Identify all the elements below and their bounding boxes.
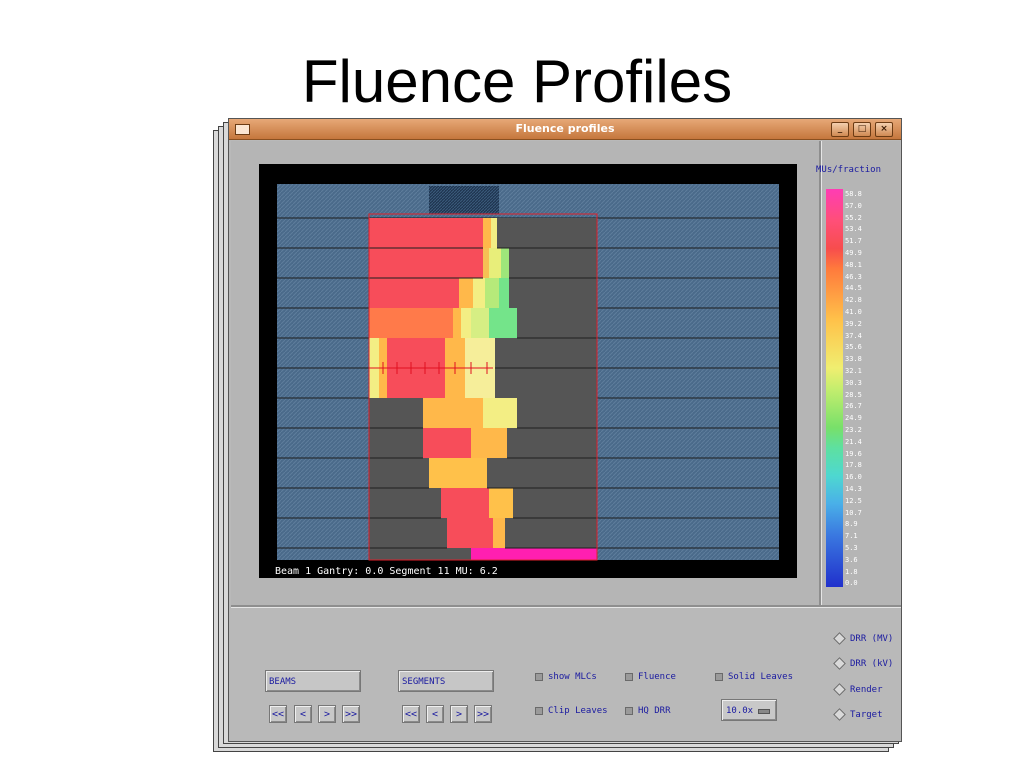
scale-label: 12.5 [845,496,862,505]
scale-label: 10.7 [845,508,862,517]
beams-first-button[interactable]: << [269,705,287,723]
solid-leaves-label: Solid Leaves [728,672,794,682]
fluence-label: Fluence [638,672,676,682]
render-label: Render [850,685,883,695]
scale-label: 46.3 [845,272,862,281]
checkbox-indicator [625,672,633,681]
scale-label: 32.1 [845,367,862,375]
zoom-value: 10.0x [726,706,754,716]
color-scale-panel: MUs/fraction 58.8 57.0 55.2 53.4 51.7 49.9 48.… [816,141,900,605]
scale-label: 7.1 [845,532,858,541]
scale-label: 51.7 [845,237,862,246]
checkbox-indicator [535,706,543,715]
zoom-select[interactable]: 10.0x [721,699,777,721]
scale-label: 33.8 [845,355,862,364]
scale-label: 16.0 [845,473,862,482]
radio-indicator [833,657,846,670]
scale-label: 23.2 [845,426,862,434]
jaw-top [429,186,499,214]
scale-label: 35.6 [845,343,862,352]
maximize-button[interactable]: □ [853,122,871,137]
scale-label: 19.6 [845,449,862,458]
scale-label: 55.2 [845,213,862,222]
slide-title: Fluence Profiles [301,48,733,115]
close-button[interactable]: × [875,122,893,137]
clip-leaves-label: Clip Leaves [548,706,608,716]
solid-leaves-checkbox[interactable]: Solid Leaves [715,671,793,683]
clip-leaves-checkbox[interactable]: Clip Leaves [535,705,608,717]
scale-label: 49.9 [845,249,862,257]
scale-label: 42.8 [845,296,862,305]
drr-kv-label: DRR (kV) [850,659,894,669]
target-label: Target [850,710,883,720]
show-mlcs-label: show MLCs [548,672,597,682]
status-readout: Beam 1 Gantry: 0.0 Segment 11 MU: 6.2 [275,566,498,577]
scale-label: 39.2 [845,319,862,328]
fluence-map[interactable] [277,184,779,562]
scale-label: 53.4 [845,225,862,234]
minimize-button[interactable]: _ [831,122,849,137]
window-title: Fluence profiles [515,122,615,135]
segments-first-button[interactable]: << [402,705,420,723]
scale-label: 5.3 [845,544,858,552]
render-radio[interactable]: Render [833,683,883,696]
hq-drr-label: HQ DRR [638,706,671,716]
option-menu-icon [758,709,770,714]
checkbox-indicator [535,672,543,681]
scale-label: 0.0 [845,579,858,588]
beams-prev-button[interactable]: < [294,705,312,723]
fluence-checkbox[interactable]: Fluence [625,671,676,683]
scale-label: 26.7 [845,402,862,411]
scale-label: 37.4 [845,331,862,340]
horizontal-divider [231,605,901,608]
scale-label: 44.5 [845,284,862,293]
drr-mv-label: DRR (MV) [850,634,894,644]
scale-title: MUs/fraction [816,165,882,175]
radio-indicator [833,632,846,645]
segments-last-button[interactable]: >> [474,705,492,723]
scale-label: 21.4 [845,437,862,446]
color-scale-bar [826,189,843,587]
scale-label: 1.8 [845,567,858,576]
fluence-segments [369,218,597,560]
beams-button[interactable]: BEAMS [265,670,361,692]
scale-label: 41.0 [845,308,862,316]
checkbox-indicator [715,672,723,681]
window-titlebar[interactable]: Fluence profiles _ □ × [229,119,901,140]
fluence-canvas-area: Beam 1 Gantry: 0.0 Segment 11 MU: 6.2 [231,141,819,605]
scale-label: 28.5 [845,390,862,399]
segments-prev-button[interactable]: < [426,705,444,723]
beams-next-button[interactable]: > [318,705,336,723]
fluence-window: Fluence profiles _ □ × Beam 1 Gantry: 0.… [228,118,902,742]
hq-drr-checkbox[interactable]: HQ DRR [625,705,671,717]
scale-label: 3.6 [845,555,858,564]
show-mlcs-checkbox[interactable]: show MLCs [535,671,597,683]
scale-label: 17.8 [845,461,862,470]
beams-last-button[interactable]: >> [342,705,360,723]
segments-next-button[interactable]: > [450,705,468,723]
radio-indicator [833,683,846,696]
checkbox-indicator [625,706,633,715]
scale-label: 14.3 [845,485,862,493]
scale-label: 57.0 [845,201,862,210]
scale-label: 24.9 [845,414,862,423]
drr-mv-radio[interactable]: DRR (MV) [833,632,894,645]
scale-label: 8.9 [845,520,858,529]
radio-indicator [833,708,846,721]
target-radio[interactable]: Target [833,708,883,721]
segments-button[interactable]: SEGMENTS [398,670,494,692]
scale-label: 30.3 [845,378,862,387]
fluence-viewport[interactable]: Beam 1 Gantry: 0.0 Segment 11 MU: 6.2 [259,164,797,578]
drr-kv-radio[interactable]: DRR (kV) [833,657,894,670]
scale-label: 58.8 [845,190,862,198]
scale-label: 48.1 [845,260,862,269]
